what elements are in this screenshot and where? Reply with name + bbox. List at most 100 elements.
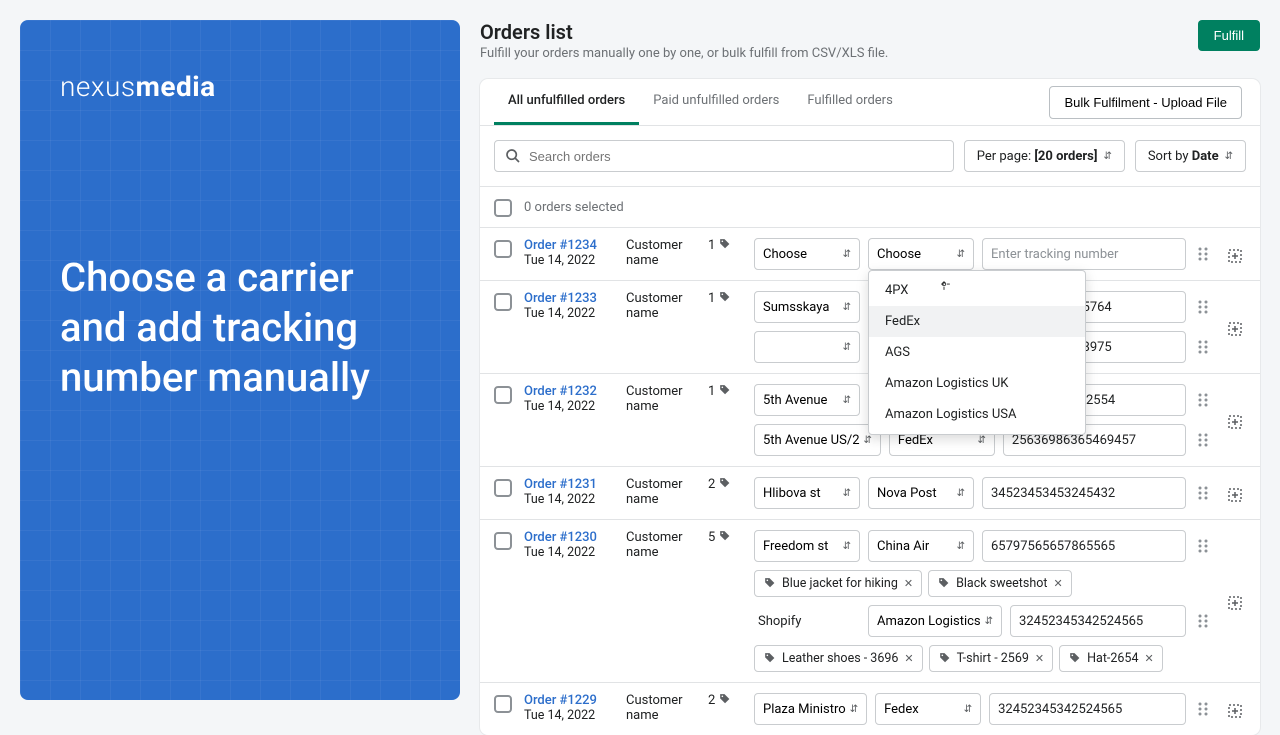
product-chip[interactable]: Leather shoes - 3696✕ — [754, 645, 923, 672]
dropdown-option[interactable]: FedEx — [869, 306, 1085, 337]
order-link[interactable]: Order #1230 — [524, 530, 597, 545]
customer-name: Customer name — [626, 238, 696, 270]
item-count: 2 — [708, 693, 742, 725]
drag-handle-icon[interactable] — [1195, 246, 1211, 262]
expand-icon[interactable] — [1227, 595, 1243, 611]
drag-handle-icon[interactable] — [1195, 339, 1211, 355]
carrier-select[interactable]: China Air⇵ — [868, 530, 974, 562]
remove-chip-icon[interactable]: ✕ — [1035, 652, 1044, 665]
order-link[interactable]: Order #1231 — [524, 477, 597, 492]
search-icon — [505, 148, 521, 164]
drag-handle-icon[interactable] — [1195, 432, 1211, 448]
order-link[interactable]: Order #1229 — [524, 693, 597, 708]
sort-by-select[interactable]: Sort by Date ⇵ — [1135, 140, 1246, 172]
customer-name: Customer name — [626, 530, 696, 672]
order-checkbox[interactable] — [494, 293, 512, 311]
drag-handle-icon[interactable] — [1195, 701, 1211, 717]
remove-chip-icon[interactable]: ✕ — [1053, 577, 1062, 590]
chevron-updown-icon: ⇵ — [964, 704, 972, 715]
order-checkbox[interactable] — [494, 386, 512, 404]
bulk-fulfilment-button[interactable]: Bulk Fulfilment - Upload File — [1049, 86, 1242, 119]
address-select[interactable]: Freedom st⇵ — [754, 530, 860, 562]
address-select[interactable]: Plaza Ministro⇵ — [754, 693, 867, 725]
tracking-input[interactable]: 34523453453245432 — [982, 477, 1186, 509]
chevron-updown-icon: ⇵ — [957, 488, 965, 499]
address-select[interactable]: ⇵ — [754, 331, 860, 363]
chevron-updown-icon: ⇵ — [1225, 151, 1233, 162]
expand-icon[interactable] — [1227, 248, 1243, 264]
carrier-select[interactable]: Fedex⇵ — [875, 693, 981, 725]
tracking-input[interactable]: Enter tracking number — [982, 238, 1186, 270]
dropdown-option[interactable]: Amazon Logistics USA — [869, 399, 1085, 430]
carrier-select[interactable]: Amazon Logistics⇵ — [868, 605, 1002, 637]
product-chip[interactable]: Hat-2654✕ — [1059, 645, 1163, 672]
carrier-dropdown[interactable]: 4PXFedExAGSAmazon Logistics UKAmazon Log… — [868, 270, 1086, 435]
tag-icon — [718, 238, 731, 251]
product-chip[interactable]: T-shirt - 2569✕ — [929, 645, 1053, 672]
order-checkbox[interactable] — [494, 240, 512, 258]
tab-fulfilled[interactable]: Fulfilled orders — [793, 79, 906, 125]
address-select[interactable]: Hlibova st⇵ — [754, 477, 860, 509]
drag-handle-icon[interactable] — [1195, 485, 1211, 501]
tracking-input[interactable]: 32452345342524565 — [989, 693, 1186, 725]
address-select[interactable]: 5th Avenue⇵ — [754, 384, 860, 416]
order-checkbox[interactable] — [494, 695, 512, 713]
customer-name: Customer name — [626, 693, 696, 725]
remove-chip-icon[interactable]: ✕ — [904, 652, 913, 665]
chevron-updown-icon: ⇵ — [843, 395, 851, 406]
drag-handle-icon[interactable] — [1195, 538, 1211, 554]
item-count: 2 — [708, 477, 742, 509]
selected-count: 0 orders selected — [524, 200, 624, 215]
dropdown-option[interactable]: Amazon Logistics UK — [869, 368, 1085, 399]
tab-all-unfulfilled[interactable]: All unfulfilled orders — [494, 79, 639, 125]
chevron-updown-icon: ⇵ — [843, 302, 851, 313]
promo-panel: nexusmedia Choose a carrier and add trac… — [20, 20, 460, 700]
expand-icon[interactable] — [1227, 414, 1243, 430]
drag-handle-icon[interactable] — [1195, 299, 1211, 315]
chevron-updown-icon: ⇵ — [1103, 151, 1111, 162]
cursor-icon — [937, 277, 951, 291]
page-subtitle: Fulfill your orders manually one by one,… — [480, 46, 888, 61]
tracking-input[interactable]: 32452345342524565 — [1010, 605, 1186, 637]
order-date: Tue 14, 2022 — [524, 399, 614, 414]
tracking-input[interactable]: 65797565657865565 — [982, 530, 1186, 562]
brand-logo: nexusmedia — [60, 70, 420, 103]
product-chip[interactable]: Black sweetshot✕ — [928, 570, 1072, 597]
carrier-select[interactable]: Choose⇵ — [868, 238, 974, 270]
chevron-updown-icon: ⇵ — [864, 435, 872, 446]
chevron-updown-icon: ⇵ — [957, 249, 965, 260]
item-count: 1 — [708, 238, 742, 270]
drag-handle-icon[interactable] — [1195, 392, 1211, 408]
tag-icon — [1068, 652, 1081, 665]
order-link[interactable]: Order #1234 — [524, 238, 597, 253]
address-select[interactable]: Choose⇵ — [754, 238, 860, 270]
remove-chip-icon[interactable]: ✕ — [904, 577, 913, 590]
remove-chip-icon[interactable]: ✕ — [1144, 652, 1153, 665]
customer-name: Customer name — [626, 477, 696, 509]
item-count: 1 — [708, 291, 742, 363]
chevron-updown-icon: ⇵ — [843, 342, 851, 353]
expand-icon[interactable] — [1227, 703, 1243, 719]
tag-icon — [763, 577, 776, 590]
carrier-select[interactable]: Nova Post⇵ — [868, 477, 974, 509]
order-checkbox[interactable] — [494, 479, 512, 497]
select-all-checkbox[interactable] — [494, 199, 512, 217]
address-select[interactable]: Sumsskaya⇵ — [754, 291, 860, 323]
order-checkbox[interactable] — [494, 532, 512, 550]
expand-icon[interactable] — [1227, 321, 1243, 337]
dropdown-option[interactable]: AGS — [869, 337, 1085, 368]
order-link[interactable]: Order #1232 — [524, 384, 597, 399]
product-chip[interactable]: Blue jacket for hiking✕ — [754, 570, 922, 597]
drag-handle-icon[interactable] — [1195, 613, 1211, 629]
expand-icon[interactable] — [1227, 487, 1243, 503]
tab-paid-unfulfilled[interactable]: Paid unfulfilled orders — [639, 79, 793, 125]
per-page-select[interactable]: Per page: [20 orders] ⇵ — [964, 140, 1125, 172]
order-link[interactable]: Order #1233 — [524, 291, 597, 306]
address-select[interactable]: 5th Avenue US/2⇵ — [754, 424, 881, 456]
channel-label: Shopify — [754, 614, 860, 629]
dropdown-option[interactable]: 4PX — [869, 275, 1085, 306]
fulfill-button[interactable]: Fulfill — [1198, 20, 1260, 51]
chevron-updown-icon: ⇵ — [843, 488, 851, 499]
tag-icon — [718, 291, 731, 304]
search-input[interactable] — [494, 140, 954, 172]
